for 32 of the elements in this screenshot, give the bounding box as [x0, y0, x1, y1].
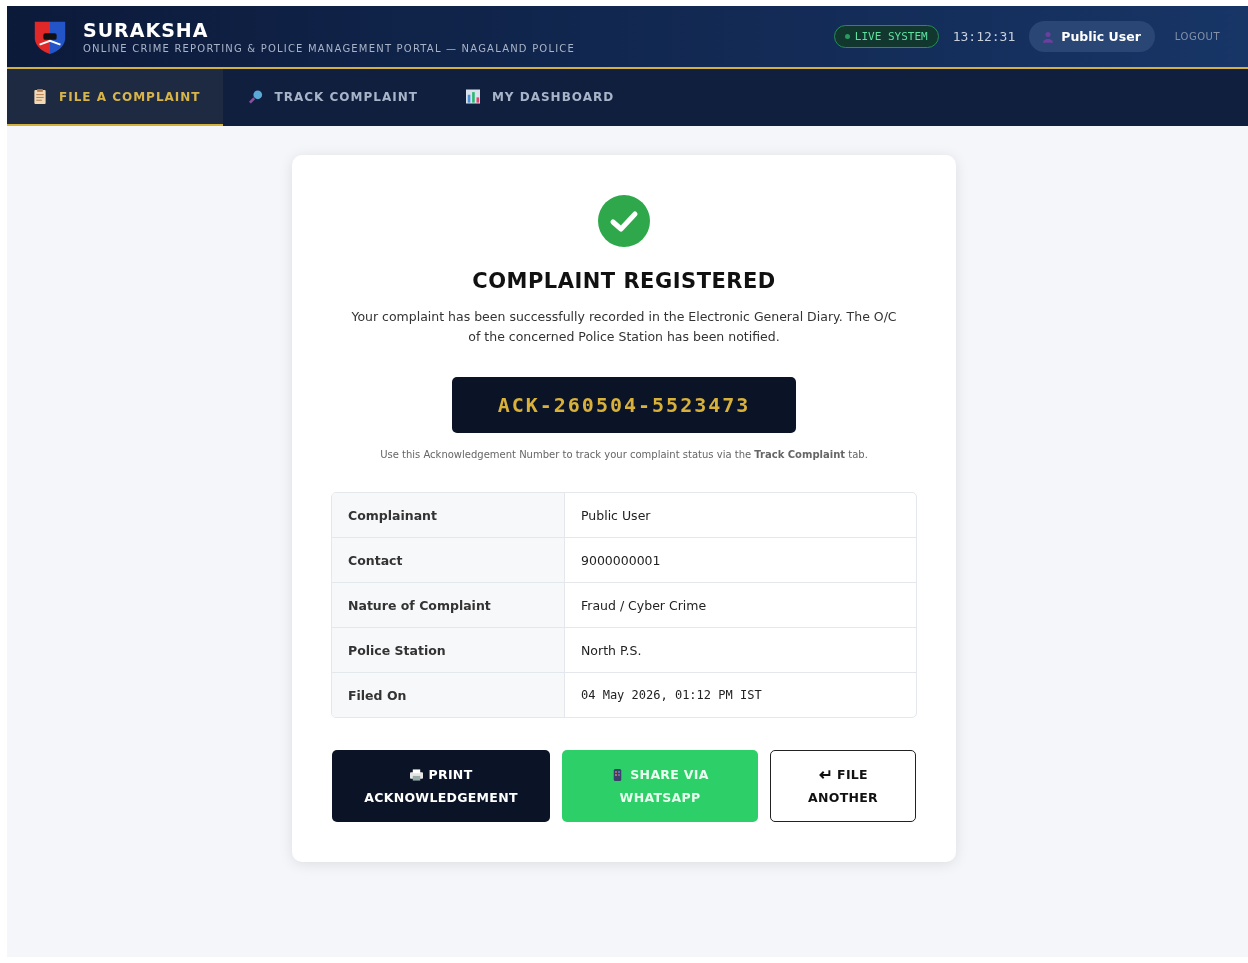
nav-tab[interactable]: TRACK COMPLAINT	[222, 69, 440, 126]
success-check-icon	[598, 195, 650, 247]
portal-title: SURAKSHA	[83, 19, 210, 41]
live-status-badge: LIVE SYSTEM	[833, 25, 939, 48]
detail-label: Contact	[332, 538, 565, 582]
detail-value: 9000000001	[580, 551, 661, 570]
print-button[interactable]: PRINT ACKNOWLEDGEMENT	[332, 750, 550, 822]
user-icon	[1043, 30, 1054, 43]
nav-tab[interactable]: MY DASHBOARD	[439, 69, 637, 126]
detail-label: Police Station	[332, 628, 565, 672]
acknowledgement-number: ACK-260504-5523473	[452, 377, 796, 433]
printer-icon	[409, 768, 423, 781]
user-button[interactable]: Public User	[1029, 21, 1155, 52]
logout-button[interactable]: LOGOUT	[1168, 30, 1226, 43]
detail-value: Public User	[580, 506, 651, 525]
detail-value: North P.S.	[580, 641, 642, 660]
file-another-button[interactable]: FILE ANOTHER	[770, 750, 916, 822]
detail-value: 04 May 2026, 01:12 PM IST	[580, 687, 762, 704]
clipboard-icon	[33, 89, 47, 104]
detail-label: Complainant	[332, 493, 565, 537]
tracking-hint: Use this Acknowledgement Number to track your complaint status via the Track Complaint tab.	[380, 449, 868, 460]
portal-subtitle: ONLINE CRIME REPORTING & POLICE MANAGEMENT PORTAL — NAGALAND POLICE	[83, 43, 576, 54]
magnifier-icon	[248, 89, 263, 104]
nav-tab[interactable]: FILE A COMPLAINT	[7, 69, 223, 126]
detail-value: Fraud / Cyber Crime	[580, 596, 707, 615]
detail-label: Nature of Complaint	[332, 583, 565, 627]
confirmation-title: COMPLAINT REGISTERED	[472, 269, 776, 293]
confirmation-message: Your complaint has been successfully recorded in the Electronic General Diary. The O/C of the concerned Police Station has been notified.	[350, 308, 898, 346]
bar-chart-icon	[465, 89, 480, 104]
detail-label: Filed On	[332, 673, 565, 717]
clock-time: 13:12:31	[952, 29, 1016, 44]
return-arrow-icon	[818, 768, 832, 781]
